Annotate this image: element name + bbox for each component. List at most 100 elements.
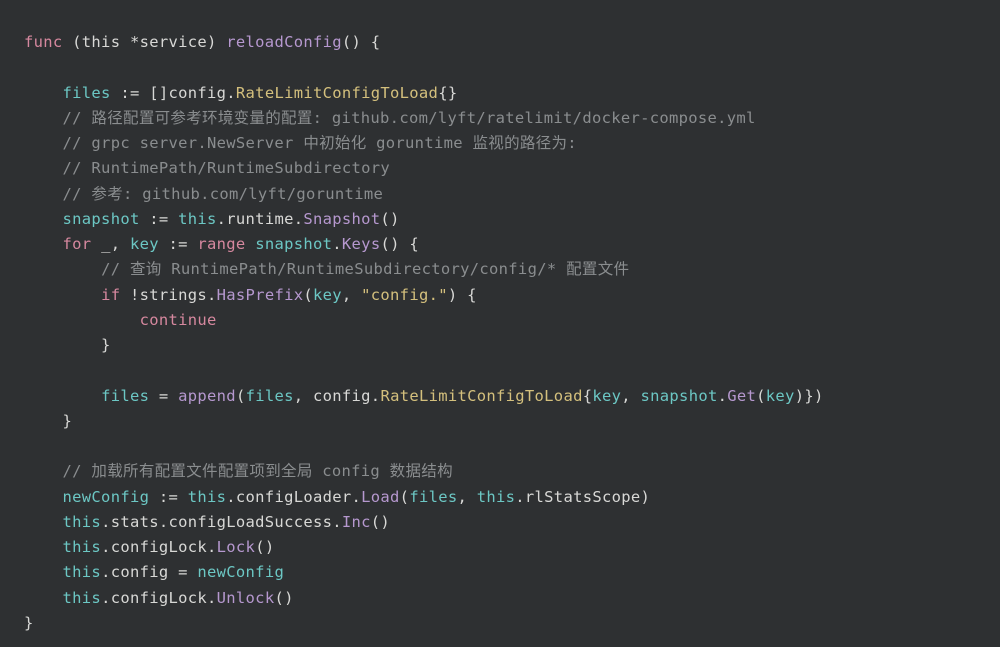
code-token: continue <box>140 311 217 329</box>
code-token: } <box>24 614 34 632</box>
code-token: .config = <box>101 563 197 581</box>
code-token: Keys <box>342 235 381 253</box>
code-token <box>24 488 63 506</box>
code-token: .configLoader. <box>226 488 361 506</box>
code-token: HasPrefix <box>217 286 304 304</box>
code-line: files := []config.RateLimitConfigToLoad{… <box>24 81 976 106</box>
code-token: key <box>130 235 159 253</box>
code-token: this <box>63 563 102 581</box>
code-token <box>24 563 63 581</box>
code-line: this.config = newConfig <box>24 560 976 585</box>
code-token: { <box>583 387 593 405</box>
code-token: . <box>332 235 342 253</box>
code-token <box>24 513 63 531</box>
code-token: func <box>24 33 63 51</box>
code-token <box>24 210 63 228</box>
code-token: "config." <box>361 286 448 304</box>
code-line: // 查询 RuntimePath/RuntimeSubdirectory/co… <box>24 257 976 282</box>
code-line: } <box>24 611 976 636</box>
code-token: files <box>101 387 149 405</box>
code-token: () { <box>380 235 419 253</box>
code-token: // 加载所有配置文件配置项到全局 config 数据结构 <box>63 462 453 480</box>
code-line: for _, key := range snapshot.Keys() { <box>24 232 976 257</box>
code-token: .stats.configLoadSuccess. <box>101 513 342 531</box>
code-token: (this *service) <box>63 33 227 51</box>
code-line: } <box>24 333 976 358</box>
code-token <box>24 134 63 152</box>
code-token: this <box>63 513 102 531</box>
code-token: snapshot <box>255 235 332 253</box>
code-token: , <box>457 488 476 506</box>
code-line: this.configLock.Unlock() <box>24 586 976 611</box>
code-token: Unlock <box>217 589 275 607</box>
code-token <box>24 286 101 304</box>
code-line: continue <box>24 308 976 333</box>
code-line: // RuntimePath/RuntimeSubdirectory <box>24 156 976 181</box>
code-token: ) { <box>448 286 477 304</box>
code-line: if !strings.HasPrefix(key, "config.") { <box>24 283 976 308</box>
code-token: .configLock. <box>101 538 217 556</box>
code-line: // grpc server.NewServer 中初始化 goruntime … <box>24 131 976 156</box>
code-token <box>24 387 101 405</box>
code-token <box>24 462 63 480</box>
code-token: for <box>63 235 92 253</box>
code-token: // 路径配置可参考环境变量的配置: github.com/lyft/ratel… <box>63 109 756 127</box>
code-line: snapshot := this.runtime.Snapshot() <box>24 207 976 232</box>
code-token: := []config. <box>111 84 236 102</box>
code-token: this <box>188 488 227 506</box>
code-token: append <box>178 387 236 405</box>
code-token: !strings. <box>120 286 216 304</box>
code-token: .rlStatsScope) <box>515 488 650 506</box>
code-token: key <box>313 286 342 304</box>
code-token: () <box>255 538 274 556</box>
code-token: key <box>766 387 795 405</box>
code-token: , <box>621 387 640 405</box>
code-token <box>24 185 63 203</box>
code-token <box>24 159 63 177</box>
code-token <box>24 589 63 607</box>
code-line: this.configLock.Lock() <box>24 535 976 560</box>
code-token: .configLock. <box>101 589 217 607</box>
code-token: this <box>63 538 102 556</box>
code-token: , config. <box>294 387 381 405</box>
code-token: Snapshot <box>303 210 380 228</box>
code-token: // RuntimePath/RuntimeSubdirectory <box>63 159 390 177</box>
code-line: this.stats.configLoadSuccess.Inc() <box>24 510 976 535</box>
code-token: this <box>477 488 516 506</box>
code-token <box>24 311 140 329</box>
code-token: )}) <box>795 387 824 405</box>
code-token: := <box>140 210 179 228</box>
code-token: . <box>718 387 728 405</box>
code-token: this <box>178 210 217 228</box>
code-token: _, <box>91 235 130 253</box>
code-block: func (this *service) reloadConfig() { fi… <box>0 0 1000 647</box>
code-token: newConfig <box>63 488 150 506</box>
code-token: } <box>24 412 72 430</box>
code-token <box>24 84 63 102</box>
code-token: .runtime. <box>217 210 304 228</box>
code-token: ( <box>400 488 410 506</box>
code-token: // 参考: github.com/lyft/goruntime <box>63 185 384 203</box>
code-token <box>246 235 256 253</box>
code-token: key <box>592 387 621 405</box>
code-token: Get <box>727 387 756 405</box>
code-token: } <box>24 336 111 354</box>
code-token <box>24 235 63 253</box>
code-token <box>24 538 63 556</box>
code-token: = <box>149 387 178 405</box>
code-line: func (this *service) reloadConfig() { <box>24 30 976 55</box>
code-token: () <box>380 210 399 228</box>
code-token: := <box>159 235 198 253</box>
code-token: this <box>63 589 102 607</box>
code-token: := <box>149 488 188 506</box>
code-token: ( <box>756 387 766 405</box>
code-token: files <box>409 488 457 506</box>
code-line: files = append(files, config.RateLimitCo… <box>24 384 976 409</box>
code-token: files <box>246 387 294 405</box>
code-line <box>24 434 976 459</box>
code-token <box>24 260 101 278</box>
code-line: // 路径配置可参考环境变量的配置: github.com/lyft/ratel… <box>24 106 976 131</box>
code-line: } <box>24 409 976 434</box>
code-line: // 加载所有配置文件配置项到全局 config 数据结构 <box>24 459 976 484</box>
code-line: newConfig := this.configLoader.Load(file… <box>24 485 976 510</box>
